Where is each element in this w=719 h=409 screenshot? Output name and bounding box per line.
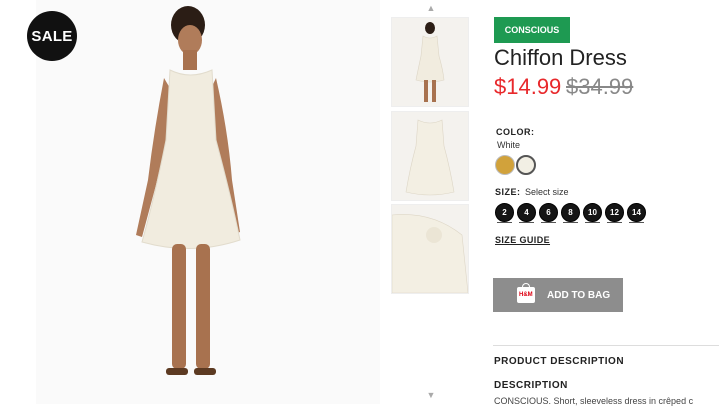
bag-logo: H&M	[519, 292, 533, 298]
color-swatch-mustard[interactable]	[495, 155, 515, 175]
size-option-10[interactable]: 10	[583, 203, 602, 222]
product-description-heading[interactable]: PRODUCT DESCRIPTION	[494, 356, 624, 367]
chevron-down-icon[interactable]: ▼	[424, 390, 438, 400]
color-value: White	[497, 140, 521, 150]
chevron-up-icon[interactable]: ▲	[424, 3, 438, 13]
size-label: SIZE:	[495, 187, 521, 197]
size-underline	[607, 222, 622, 223]
conscious-badge: CONSCIOUS	[494, 17, 570, 43]
thumbnail-image-1[interactable]	[391, 17, 469, 107]
size-underline	[629, 222, 644, 223]
size-option-6[interactable]: 6	[539, 203, 558, 222]
divider	[493, 345, 719, 346]
size-option-2[interactable]: 2	[495, 203, 514, 222]
size-option-4[interactable]: 4	[517, 203, 536, 222]
size-option-12[interactable]: 12	[605, 203, 624, 222]
size-underline	[585, 222, 600, 223]
add-to-bag-label: ADD TO BAG	[547, 289, 611, 301]
size-underline	[541, 222, 556, 223]
sale-price: $14.99	[494, 74, 562, 99]
size-guide-link[interactable]: SIZE GUIDE	[495, 235, 550, 245]
description-subheading: DESCRIPTION	[494, 380, 568, 391]
thumbnail-image-2[interactable]	[391, 111, 469, 201]
shopping-bag-icon: H&M	[517, 283, 535, 303]
main-product-image[interactable]	[36, 0, 380, 404]
sale-badge: SALE	[27, 11, 77, 61]
size-select-hint: Select size	[525, 187, 569, 197]
color-swatch-white[interactable]	[516, 155, 536, 175]
original-price: $34.99	[566, 74, 634, 99]
size-option-14[interactable]: 14	[627, 203, 646, 222]
size-underline	[563, 222, 578, 223]
add-to-bag-button[interactable]: H&M ADD TO BAG	[493, 278, 623, 312]
size-underline	[519, 222, 534, 223]
thumbnail-image-3[interactable]	[391, 204, 469, 294]
product-title: Chiffon Dress	[494, 45, 627, 70]
description-text: CONSCIOUS. Short, sleeveless dress in cr…	[494, 396, 694, 406]
size-option-8[interactable]: 8	[561, 203, 580, 222]
color-label: COLOR:	[496, 127, 535, 137]
size-underline	[497, 222, 512, 223]
